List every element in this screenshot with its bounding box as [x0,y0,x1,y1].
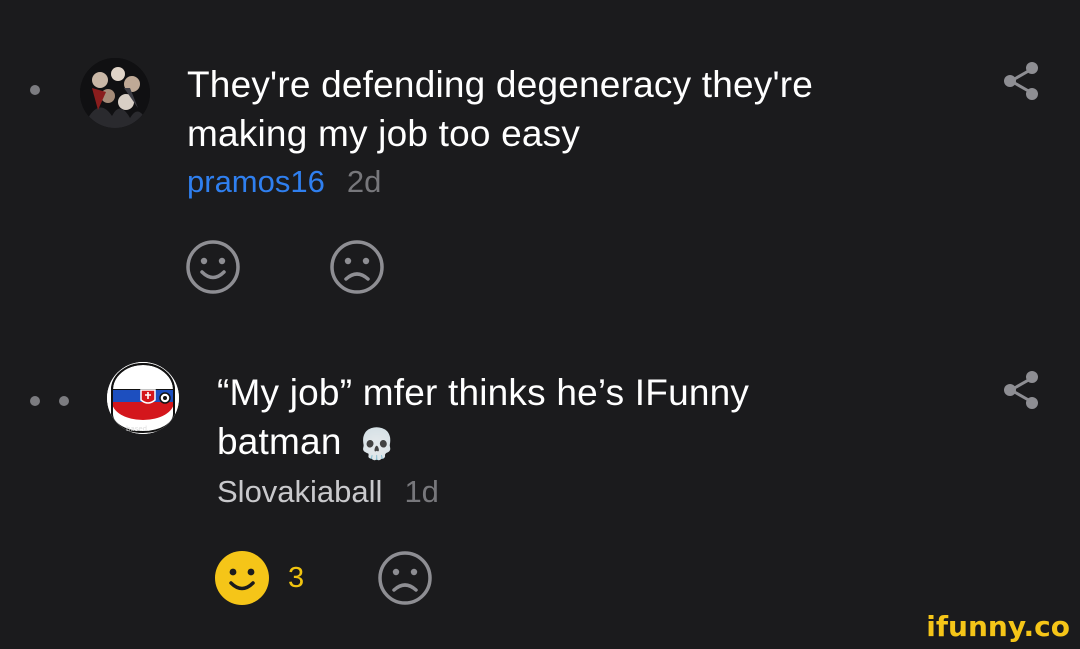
username-link[interactable]: pramos16 [187,164,325,199]
comment-text: “My job” mfer thinks he’s IFunny batman … [217,368,937,469]
smile-icon[interactable] [214,550,270,606]
slovakiaball-avatar-image [107,362,179,434]
username-link[interactable]: Slovakiaball [217,474,382,509]
avatar-image [80,58,150,128]
timestamp: 1d [404,474,439,509]
comment-text: They're defending degeneracy they're mak… [187,60,947,158]
smile-count: 3 [288,562,305,594]
share-icon[interactable] [999,367,1043,413]
timestamp: 2d [346,164,382,199]
frown-icon[interactable] [329,239,385,295]
smile-icon[interactable] [185,239,241,295]
ifunny-watermark: ifunny.co [926,610,1070,643]
thread-depth-dot [30,85,40,95]
frown-icon[interactable] [377,550,433,606]
comment-meta: Slovakiaball 1d [217,474,439,510]
comment-text-line: batman 💀 [217,417,937,469]
comment-text-line: “My job” mfer thinks he’s IFunny [217,372,750,413]
comment-text-segment: batman [217,421,342,462]
share-icon[interactable] [999,58,1043,104]
thread-depth-dot [59,396,69,406]
skull-emoji: 💀 [358,427,396,462]
avatar[interactable] [107,362,179,434]
avatar-caption: based. [126,425,150,433]
comment-meta: pramos16 2d [187,164,381,200]
thread-depth-dot [30,396,40,406]
avatar[interactable] [80,58,150,128]
comment-text-line: making my job too easy [187,113,581,154]
comment-text-line: They're defending degeneracy they're [187,64,814,105]
